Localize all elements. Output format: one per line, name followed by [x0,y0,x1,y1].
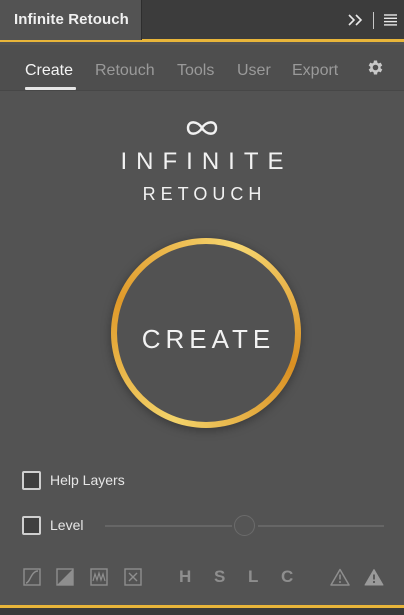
saturation-button[interactable]: S [214,567,225,587]
color-button[interactable]: C [281,567,293,587]
hue-button[interactable]: H [179,567,191,587]
panel-menu-icon[interactable] [382,12,398,28]
collapse-panel-icon[interactable] [346,10,366,30]
tab-user[interactable]: User [237,62,271,80]
curves-icon[interactable] [23,568,41,586]
active-tab-indicator [25,87,76,90]
tab-bar: Create Retouch Tools User Export [0,45,404,91]
create-button[interactable]: CREATE [111,238,301,428]
brand-title: INFINITE [120,148,293,175]
gear-icon[interactable] [366,58,385,77]
panel-title: Infinite Retouch [14,11,129,28]
lightness-button[interactable]: L [248,567,258,587]
create-button-face: CREATE [117,244,295,422]
warning-filled-icon[interactable] [364,568,384,586]
panel-header: Infinite Retouch [0,0,404,42]
warning-outline-icon[interactable] [330,568,350,586]
level-checkbox[interactable] [22,516,41,535]
close-box-icon[interactable] [124,568,142,586]
brand-subtitle: RETOUCH [142,184,267,204]
panel-tab[interactable]: Infinite Retouch [0,0,142,40]
level-slider-track-right[interactable] [258,525,384,527]
help-layers-label: Help Layers [50,472,125,488]
contrast-icon[interactable] [56,568,74,586]
tab-create[interactable]: Create [25,62,73,80]
infinity-icon [186,121,218,135]
panel-footer [0,605,404,615]
create-button-label: CREATE [141,324,276,354]
waveform-icon[interactable] [90,568,108,586]
level-label: Level [50,517,84,533]
level-slider-track-left[interactable] [105,525,232,527]
level-slider-thumb[interactable] [234,515,255,536]
tab-tools[interactable]: Tools [177,62,214,80]
tab-retouch[interactable]: Retouch [95,62,155,80]
help-layers-checkbox[interactable] [22,471,41,490]
tab-export[interactable]: Export [292,62,338,80]
header-divider [373,12,374,29]
